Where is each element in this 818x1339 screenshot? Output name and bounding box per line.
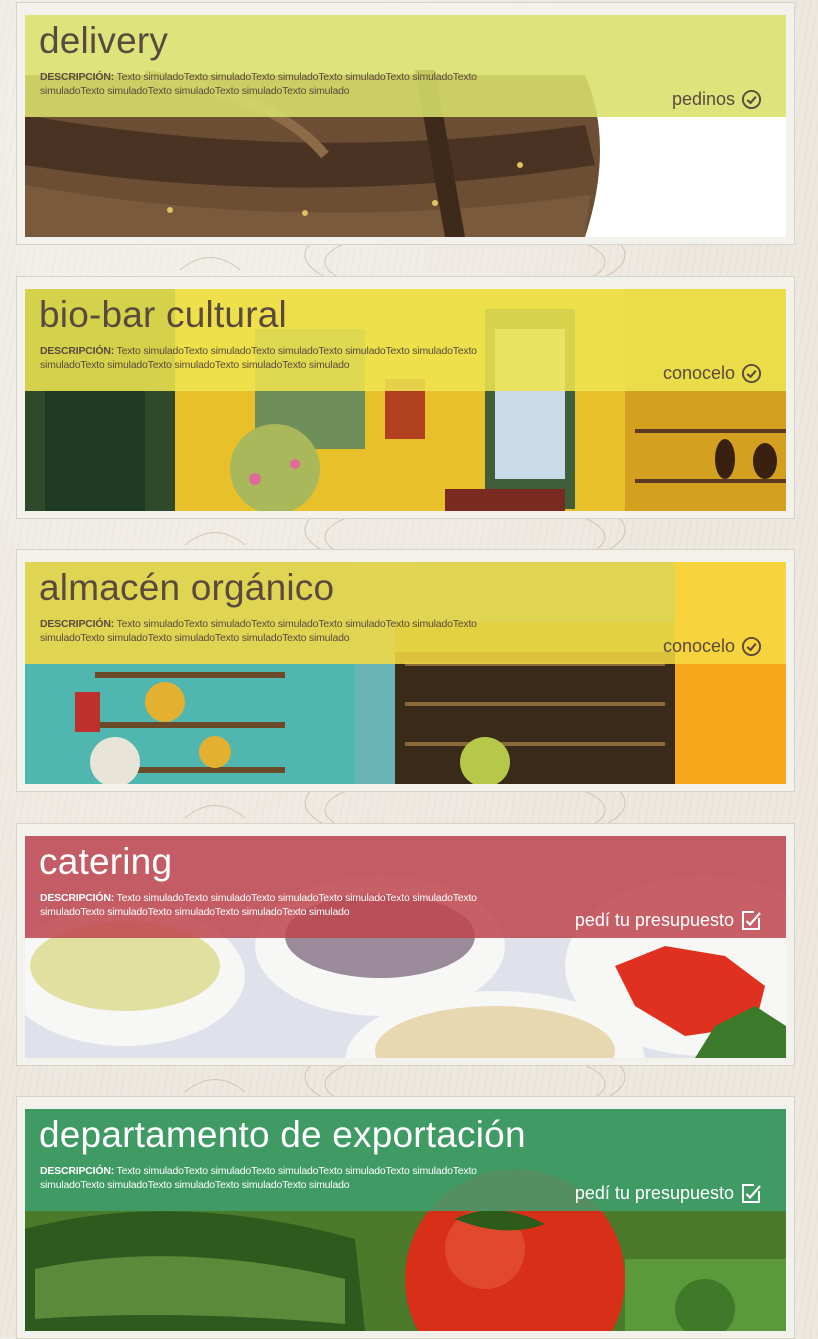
delivery-banner[interactable]: delivery DESCRIPCIÓN: Texto simuladoText… [25, 15, 786, 237]
almacen-title: almacén orgánico [39, 567, 335, 608]
export-title: departamento de exportación [39, 1114, 526, 1155]
edit-checklist-icon [742, 1184, 761, 1203]
biobar-title: bio-bar cultural [39, 294, 287, 335]
presupuesto-label: pedí tu presupuesto [574, 1182, 734, 1203]
biobar-description: DESCRIPCIÓN: Texto simuladoTexto simulad… [40, 344, 540, 372]
conocelo-label: conocelo [662, 635, 735, 656]
almacen-description: DESCRIPCIÓN: Texto simuladoTexto simulad… [40, 617, 540, 645]
biobar-banner[interactable]: bio-bar cultural DESCRIPCIÓN: Texto simu… [25, 289, 786, 511]
description-label: DESCRIPCIÓN: [40, 892, 115, 904]
conocelo-link[interactable]: conocelo [663, 634, 762, 658]
biobar-header-band: bio-bar cultural DESCRIPCIÓN: Texto simu… [25, 289, 786, 391]
export-header-band: departamento de exportación DESCRIPCIÓN:… [25, 1109, 786, 1211]
almacen-header-band: almacén orgánico DESCRIPCIÓN: Texto simu… [25, 562, 786, 664]
export-card[interactable]: departamento de exportación DESCRIPCIÓN:… [16, 1096, 795, 1339]
conocelo-label: conocelo [662, 362, 735, 383]
export-banner[interactable]: departamento de exportación DESCRIPCIÓN:… [25, 1109, 786, 1331]
catering-description: DESCRIPCIÓN: Texto simuladoTexto simulad… [40, 891, 540, 919]
description-label: DESCRIPCIÓN: [40, 345, 115, 357]
pedinos-link[interactable]: pedinos [672, 87, 762, 111]
check-circle-icon [741, 636, 762, 656]
catering-title: catering [39, 841, 173, 882]
edit-checklist-icon [742, 911, 761, 930]
almacen-card[interactable]: almacén orgánico DESCRIPCIÓN: Texto simu… [16, 549, 795, 792]
pedinos-label: pedinos [671, 88, 735, 109]
check-circle-icon [741, 363, 762, 383]
presupuesto-link[interactable]: pedí tu presupuesto [575, 908, 762, 932]
conocelo-link[interactable]: conocelo [663, 361, 762, 385]
delivery-header-band: delivery DESCRIPCIÓN: Texto simuladoText… [25, 15, 786, 117]
delivery-card[interactable]: delivery DESCRIPCIÓN: Texto simuladoText… [16, 2, 795, 245]
presupuesto-link[interactable]: pedí tu presupuesto [575, 1181, 762, 1205]
catering-header-band: catering DESCRIPCIÓN: Texto simuladoText… [25, 836, 786, 938]
catering-card[interactable]: catering DESCRIPCIÓN: Texto simuladoText… [16, 823, 795, 1066]
almacen-banner[interactable]: almacén orgánico DESCRIPCIÓN: Texto simu… [25, 562, 786, 784]
catering-banner[interactable]: catering DESCRIPCIÓN: Texto simuladoText… [25, 836, 786, 1058]
delivery-title: delivery [39, 20, 169, 61]
delivery-description: DESCRIPCIÓN: Texto simuladoTexto simulad… [40, 70, 540, 98]
description-label: DESCRIPCIÓN: [40, 1165, 115, 1177]
biobar-card[interactable]: bio-bar cultural DESCRIPCIÓN: Texto simu… [16, 276, 795, 519]
check-circle-icon [741, 89, 762, 109]
description-label: DESCRIPCIÓN: [40, 71, 115, 83]
presupuesto-label: pedí tu presupuesto [574, 909, 734, 930]
description-label: DESCRIPCIÓN: [40, 618, 115, 630]
export-description: DESCRIPCIÓN: Texto simuladoTexto simulad… [40, 1164, 540, 1192]
